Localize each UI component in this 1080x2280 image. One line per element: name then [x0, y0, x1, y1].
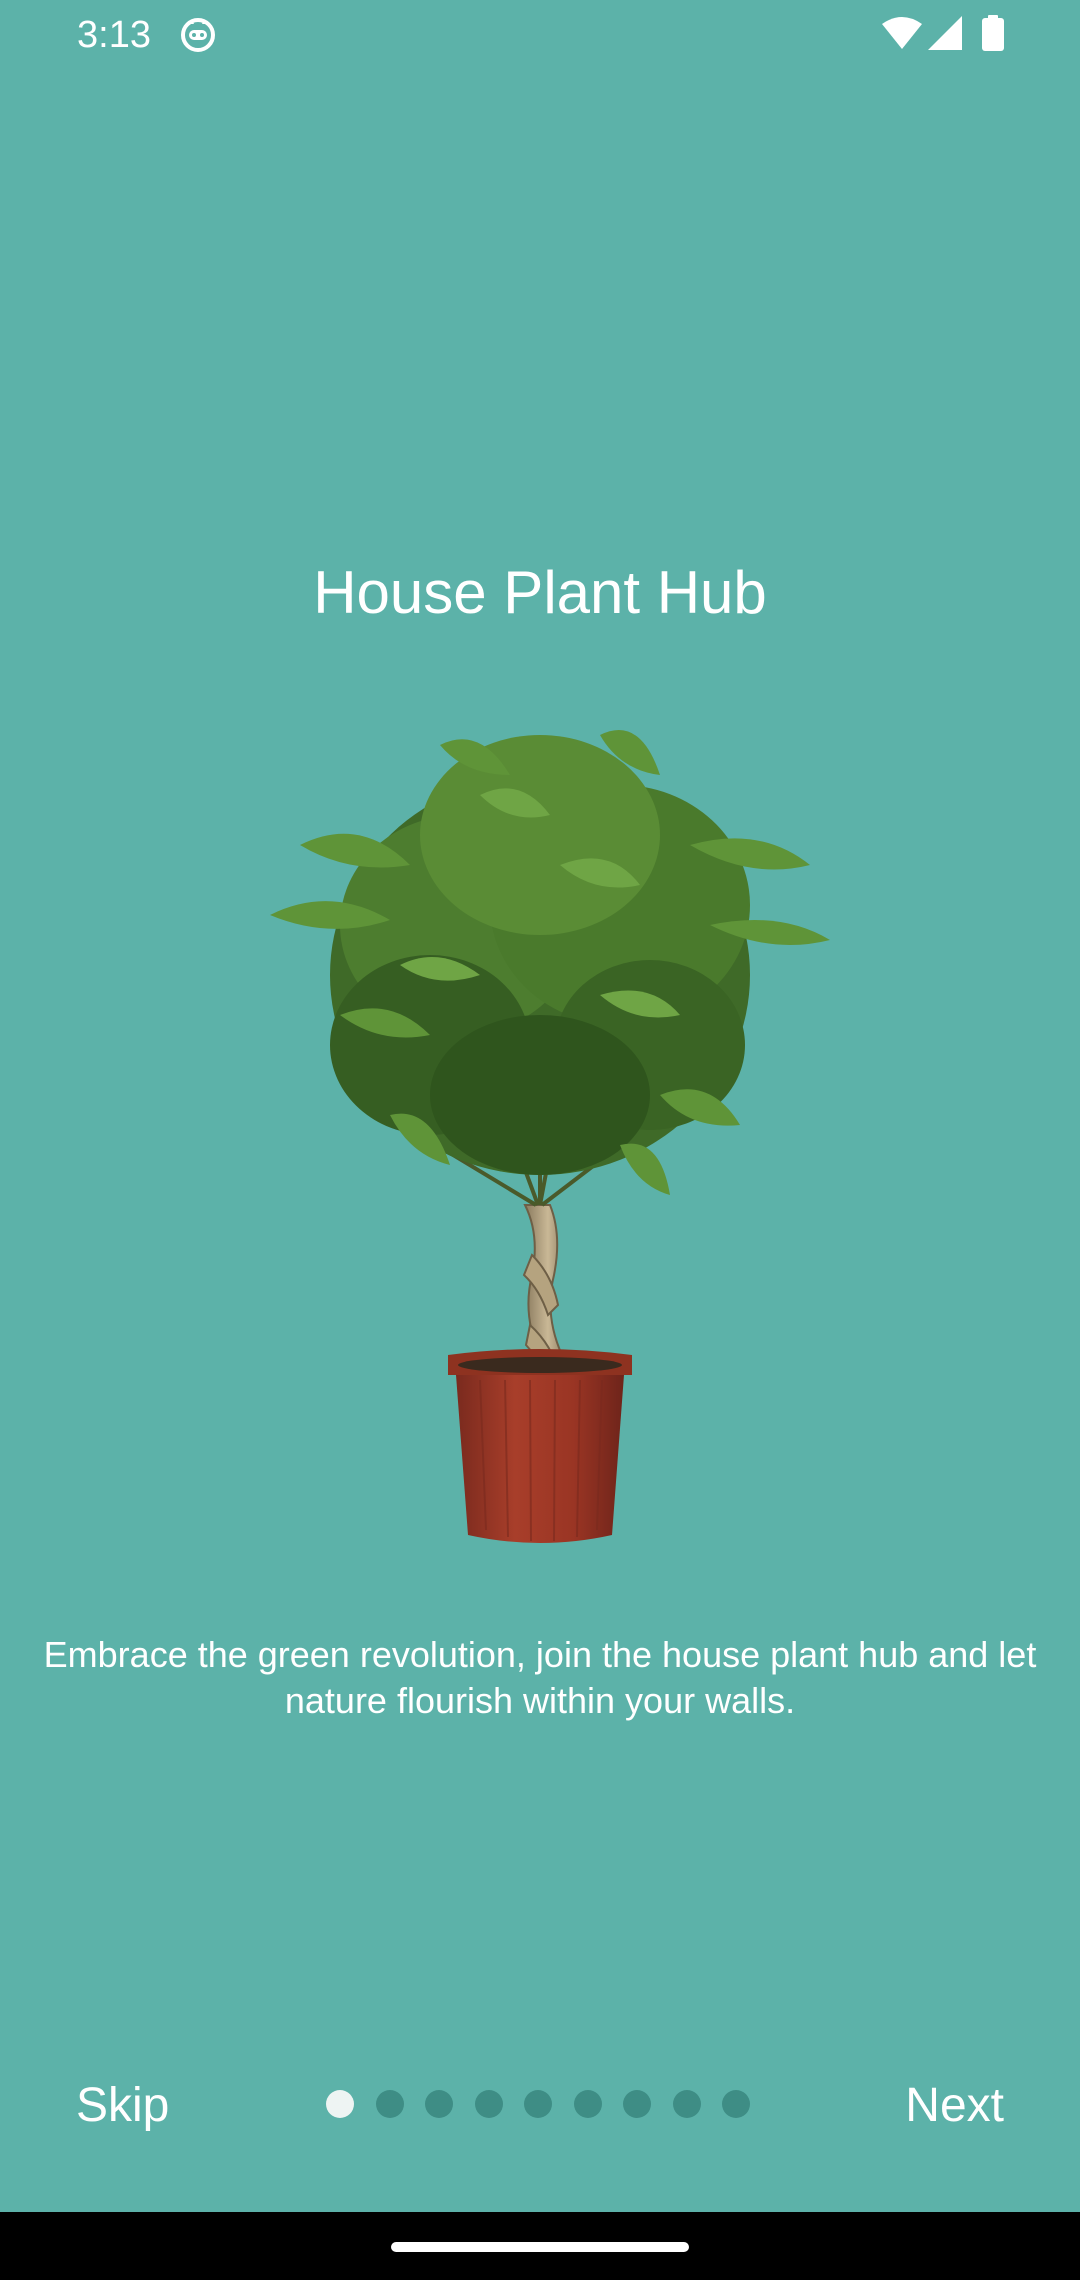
plant-image — [270, 730, 830, 1543]
page-dot-8 — [672, 2090, 701, 2118]
page-title: House Plant Hub — [313, 559, 767, 626]
wifi-icon — [882, 17, 922, 49]
status-bar: 3:13 — [0, 0, 1080, 70]
page-indicator — [326, 2090, 750, 2118]
signal-icon — [928, 16, 962, 50]
page-dot-4 — [474, 2090, 503, 2118]
onboarding-description: Embrace the green revolution, join the h… — [43, 1634, 1037, 1721]
foliage — [270, 730, 830, 1195]
page-dot-5 — [524, 2090, 552, 2118]
page-dot-9 — [722, 2090, 750, 2118]
battery-icon — [982, 15, 1004, 51]
page-dot-2 — [375, 2090, 404, 2118]
page-dot-3 — [425, 2090, 453, 2118]
next-button[interactable]: Next — [885, 2070, 1024, 2142]
status-time: 3:13 — [77, 14, 151, 56]
pot — [448, 1349, 632, 1543]
page-dot-7 — [623, 2090, 651, 2118]
skip-button[interactable]: Skip — [56, 2070, 189, 2142]
onboarding-screen: 3:13 House Plant Hub Embrace the green r… — [0, 0, 1080, 2280]
page-dot-1 — [326, 2090, 354, 2118]
home-gesture-handle[interactable] — [391, 2242, 689, 2252]
page-dot-6 — [573, 2090, 602, 2118]
app-notification-icon — [181, 18, 215, 52]
